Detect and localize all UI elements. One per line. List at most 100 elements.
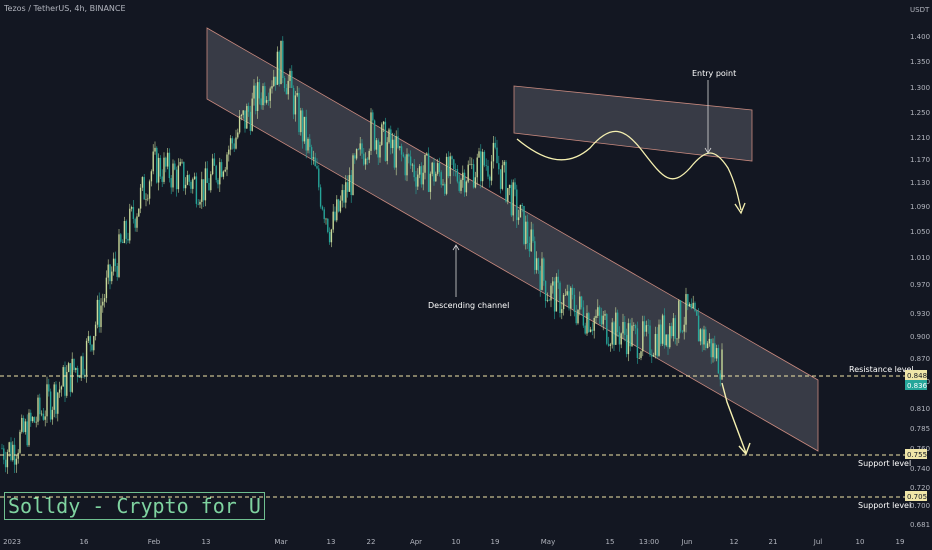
price-tick-label: 0.785 [910,425,930,433]
candle-body [152,151,154,172]
candle-body [670,326,673,337]
candle-body [503,161,505,166]
candle-body [409,156,412,166]
candle-body [566,291,568,295]
candle-body [548,300,550,301]
price-tick-label: 1.400 [910,33,930,41]
candle-body [496,147,498,164]
candle-body [544,280,547,301]
candle-body [179,162,181,166]
candle-body [98,299,100,328]
candle-body [55,384,57,414]
candle-body [586,313,588,334]
candle-body [607,343,610,346]
candle-body [418,166,421,175]
resistance-price-text: 0.848 [907,372,927,380]
candle-body [278,51,280,85]
candle-body [58,389,61,393]
candle-body [73,358,75,370]
candle-body [706,343,709,348]
candle-body [138,208,140,217]
candle-body [505,161,507,202]
candle-body [573,294,576,313]
time-tick-label: 13 [202,538,211,546]
price-tick-label: 0.681 [910,521,930,529]
candle-body [508,184,511,189]
candle-body [557,276,559,283]
candle-body [282,40,284,79]
candle-body [658,324,660,356]
candle-body [62,367,64,387]
candle-body [399,146,401,148]
candle-body [109,264,111,282]
candle-body [156,147,158,183]
time-tick-label: 13 [327,538,336,546]
candle-body [303,116,306,142]
candle-body [44,416,46,420]
price-tick-label: 1.250 [910,109,930,117]
time-tick-label: 21 [769,538,778,546]
time-tick-label: 15 [606,538,615,546]
candle-body [233,143,235,149]
candle-body [314,157,316,167]
candle-body [96,299,99,325]
time-tick-label: Feb [148,538,161,546]
candle-body [343,190,345,203]
candle-body [408,154,410,157]
candle-body [287,80,289,95]
time-tick-label: Jul [813,538,823,546]
candle-body [480,151,482,182]
candle-body [22,417,25,433]
candle-body [237,132,239,138]
candle-body [575,312,577,324]
candle-body [519,204,522,218]
candle-body [199,201,201,205]
candle-body [112,258,115,272]
candle-body [116,265,118,277]
candle-body [688,303,691,307]
candle-body [699,329,702,342]
candle-body [388,129,390,143]
candle-body [217,179,219,185]
candle-body [555,276,558,312]
candle-body [598,307,601,316]
price-chart[interactable]: Descending channel Entry point Resistanc… [0,0,932,550]
candle-body [30,412,32,422]
candle-body [400,146,403,155]
candle-body [411,164,414,166]
candle-body [80,356,82,378]
candle-body [429,173,432,192]
candle-body [616,312,619,333]
candle-body [645,325,648,332]
candle-body [357,149,360,150]
time-tick-label: 22 [367,538,376,546]
candle-body [640,351,642,358]
candle-body [426,153,428,155]
candle-body [602,315,604,325]
candle-body [539,270,541,290]
candle-body [517,217,520,221]
candle-body [107,264,109,278]
candle-body [721,349,723,380]
candle-body [174,163,176,170]
candle-body [57,392,59,414]
candle-body [264,86,266,103]
candle-body [510,184,513,216]
candle-body [516,189,518,221]
candle-body [267,100,270,101]
price-tick-label: 0.720 [910,484,930,492]
candle-body [478,151,480,158]
candle-body [717,348,720,374]
candle-body [193,176,196,180]
time-tick-label: 19 [491,538,500,546]
candle-body [318,168,320,188]
candle-body [321,206,324,210]
candle-body [631,325,633,347]
candle-body [582,307,585,326]
price-tick-label: 1.130 [910,179,930,187]
candle-body [359,143,361,150]
price-tick-label: 0.970 [910,281,930,289]
candle-body [649,325,651,355]
candle-body [186,175,189,185]
candle-body [604,314,606,316]
